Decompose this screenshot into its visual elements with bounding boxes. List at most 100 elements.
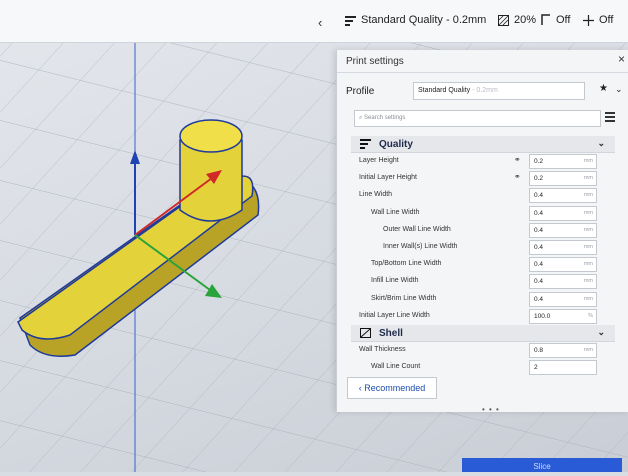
setting-value: 0.2 (534, 175, 544, 183)
setting-label: Skirt/Brim Line Width (371, 294, 437, 302)
setting-row: Top/Bottom Line Width 0.4 mm (351, 256, 615, 273)
print-settings-panel: Print settings × Profile Standard Qualit… (336, 50, 628, 414)
section-shell[interactable]: Shell ⌄ (351, 325, 615, 342)
setting-label: Wall Line Width (371, 208, 420, 216)
setting-value-field[interactable]: 0.2 mm (529, 154, 597, 169)
profile-value: Standard Quality (418, 87, 471, 94)
setting-row: Wall Line Width 0.4 mm (351, 205, 615, 222)
setting-unit: mm (583, 295, 593, 302)
setting-value: 0.4 (534, 295, 544, 303)
search-icon: ⌕ (359, 115, 363, 121)
section-title: Shell (379, 328, 403, 339)
setting-value-field[interactable]: 0.4 mm (529, 257, 597, 273)
setting-value: 2 (534, 364, 538, 372)
setting-label: Line Width (359, 191, 393, 199)
setting-row: Initial Layer Line Width 100.0% (351, 308, 615, 325)
setting-unit: mm (583, 278, 593, 285)
setting-unit: % (588, 312, 593, 319)
setting-value-field[interactable]: 2 (529, 360, 597, 376)
setting-value: 0.4 (534, 209, 544, 217)
setting-row: Wall Thickness 0.8 mm (351, 342, 615, 359)
setting-value: 0.4 (534, 244, 544, 251)
setting-value: 0.2 (534, 158, 544, 165)
infill-indicator[interactable]: 20% (498, 14, 536, 26)
setting-unit: mm (583, 244, 593, 250)
panel-title: Print settings (346, 56, 404, 67)
setting-value-field[interactable]: 0.4 mm (529, 274, 597, 290)
chevron-down-icon: ⌄ (597, 327, 605, 337)
setting-value-field[interactable]: 0.8 mm (529, 343, 597, 358)
setting-label: Outer Wall Line Width (383, 225, 451, 233)
adhesion-icon (583, 14, 594, 26)
setting-value-field[interactable]: 0.4 mm (529, 222, 597, 238)
setting-value-field[interactable]: 0.4 mm (529, 205, 597, 221)
setting-value: 0.4 (534, 226, 544, 234)
settings-bars-icon (345, 15, 356, 26)
setting-value: 0.4 (534, 278, 544, 286)
setting-unit: mm (583, 158, 593, 164)
setting-unit: mm (583, 347, 593, 353)
close-icon[interactable]: × (618, 52, 625, 66)
setting-label: Layer Height (359, 157, 399, 164)
infill-value: 20% (514, 14, 537, 26)
setting-value-field[interactable]: 0.4 mm (529, 188, 597, 204)
slice-button[interactable]: Slice (462, 458, 622, 472)
setting-unit: mm (583, 261, 593, 268)
chevron-left-icon: ‹ (358, 383, 362, 393)
setting-value: 0.4 (534, 261, 544, 269)
link-icon[interactable]: ⚭ (514, 155, 521, 164)
search-placeholder: Search settings (364, 115, 406, 121)
chevron-left-icon[interactable]: ‹ (318, 15, 322, 30)
profile-label: Profile (346, 86, 375, 97)
setting-value: 0.8 (534, 347, 544, 354)
setting-row: Layer Height ⚭ 0.2 mm (351, 153, 615, 170)
panel-header: Print settings × (337, 50, 628, 73)
setting-label: Initial Layer Line Width (359, 311, 430, 319)
setting-label: Top/Bottom Line Width (371, 260, 442, 268)
setting-unit: mm (583, 209, 593, 216)
adhesion-value: Off (599, 14, 614, 26)
setting-label: Wall Thickness (359, 346, 406, 353)
setting-row: Initial Layer Height ⚭ 0.2 mm (351, 170, 615, 187)
setting-label: Initial Layer Height (359, 174, 417, 182)
setting-unit: mm (583, 226, 593, 233)
setting-row: Inner Wall(s) Line Width 0.4 mm (351, 239, 615, 256)
shell-icon (360, 328, 371, 338)
setting-label: Inner Wall(s) Line Width (383, 243, 458, 250)
quality-icon (360, 139, 371, 149)
chevron-down-icon[interactable]: ⌄ (615, 84, 623, 95)
setting-value-field[interactable]: 0.4 mm (529, 240, 597, 255)
setting-value: 0.4 (534, 192, 544, 200)
adhesion-indicator[interactable]: Off (583, 14, 613, 26)
setting-row: Skirt/Brim Line Width 0.4 mm (351, 291, 615, 308)
setting-row: Wall Line Count 2 (351, 359, 615, 376)
infill-icon (498, 14, 509, 26)
support-indicator[interactable]: Off (541, 14, 570, 26)
recommended-button[interactable]: ‹ Recommended (347, 377, 437, 399)
link-icon[interactable]: ⚭ (514, 172, 521, 181)
setting-label: Infill Line Width (371, 277, 419, 285)
setting-row: Infill Line Width 0.4 mm (351, 273, 615, 290)
profile-suffix: - 0.2mm (472, 87, 498, 94)
setting-label: Wall Line Count (371, 363, 421, 371)
menu-icon[interactable] (605, 112, 615, 122)
support-icon (541, 14, 550, 25)
setting-unit: mm (583, 175, 593, 182)
resize-handle[interactable]: • • • (482, 405, 500, 414)
setting-row: Outer Wall Line Width 0.4 mm (351, 222, 615, 239)
search-settings-input[interactable]: ⌕ Search settings (354, 110, 601, 127)
profile-dropdown[interactable]: Standard Quality - 0.2mm (413, 82, 585, 100)
setting-value-field[interactable]: 0.2 mm (529, 171, 597, 187)
section-title: Quality (379, 139, 413, 150)
setting-value-field[interactable]: 0.4 mm (529, 291, 597, 307)
star-icon[interactable]: ★ (599, 83, 608, 94)
support-value: Off (556, 14, 571, 26)
print-profile-selector[interactable]: Standard Quality - 0.2mm (345, 14, 486, 26)
setting-value-field[interactable]: 100.0% (529, 308, 597, 324)
setting-row: Line Width 0.4 mm (351, 187, 615, 204)
setting-value: 100.0 (534, 312, 551, 320)
section-quality[interactable]: Quality ⌄ (351, 136, 615, 153)
profile-summary: Standard Quality - 0.2mm (361, 14, 487, 26)
top-toolbar: ‹ Standard Quality - 0.2mm 20% Off Off (0, 0, 628, 43)
setting-unit: mm (583, 192, 593, 199)
